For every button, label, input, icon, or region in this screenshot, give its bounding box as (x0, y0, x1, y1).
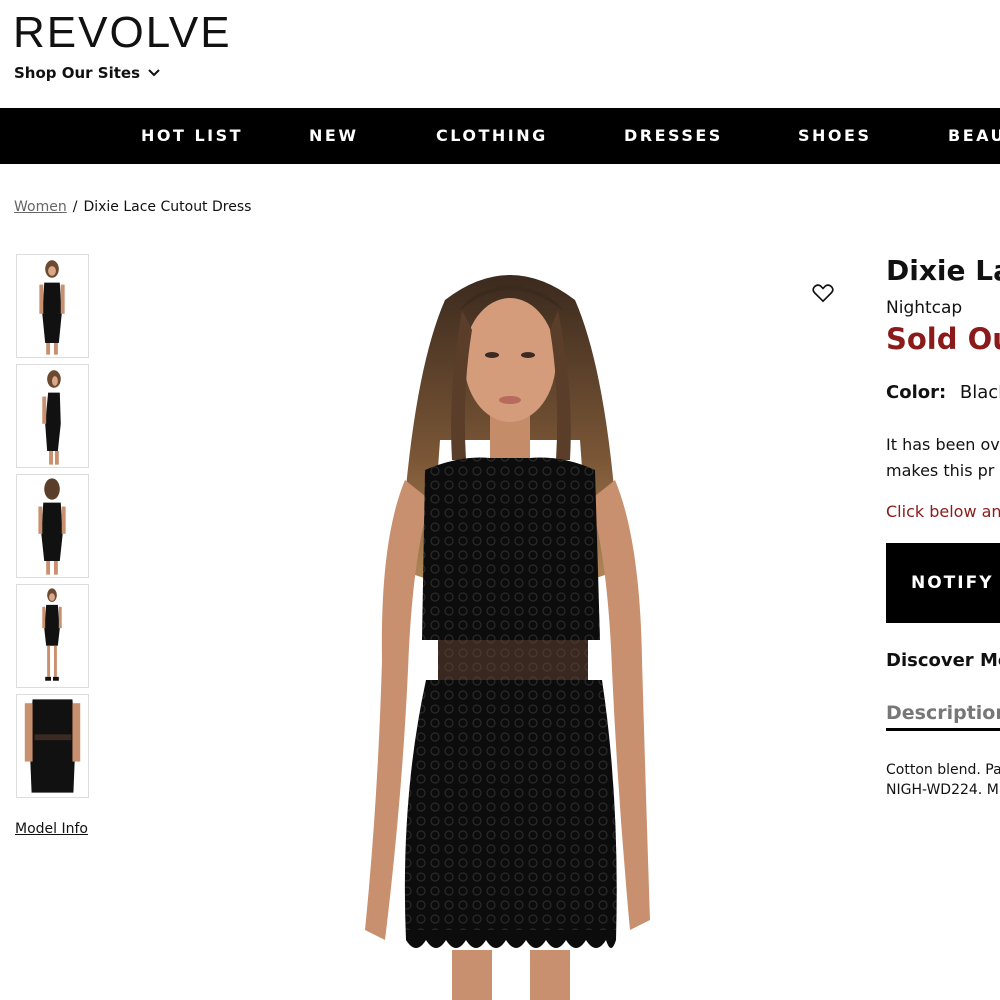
color-label: Color: (886, 382, 947, 403)
nav-new[interactable]: NEW (309, 108, 358, 164)
availability-message: It has been ov makes this pr (886, 432, 1000, 484)
discover-more-link[interactable]: Discover Mo (886, 650, 1000, 671)
color-row: Color: Black (886, 382, 1000, 403)
main-nav: HOT LIST NEW CLOTHING DRESSES SHOES BEAU (0, 108, 1000, 164)
breadcrumb-separator: / (72, 199, 78, 215)
color-value: Black (959, 382, 1000, 403)
product-title: Dixie La (886, 254, 1000, 287)
nav-shoes[interactable]: SHOES (798, 108, 871, 164)
description-tab-underline (886, 728, 1000, 731)
availability-message-line-1: It has been ov (886, 435, 1000, 454)
thumbnail-front[interactable] (16, 254, 89, 358)
nav-hot-list[interactable]: HOT LIST (141, 108, 243, 164)
model-info-link[interactable]: Model Info (15, 821, 88, 837)
thumbnail-side[interactable] (16, 364, 89, 468)
breadcrumb: Women / Dixie Lace Cutout Dress (14, 199, 251, 215)
nav-clothing[interactable]: CLOTHING (436, 108, 548, 164)
revolve-logo[interactable]: REVOLVE (13, 8, 232, 58)
nav-dresses[interactable]: DRESSES (624, 108, 723, 164)
brand-link[interactable]: Nightcap (886, 298, 962, 318)
description-line-2: NIGH-WD224. M (886, 782, 999, 798)
shop-our-sites-dropdown[interactable]: Shop Our Sites (14, 64, 160, 82)
description-text: Cotton blend. Pa NIGH-WD224. M (886, 760, 1000, 800)
notify-me-button[interactable]: NOTIFY (886, 543, 1000, 623)
breadcrumb-women-link[interactable]: Women (14, 199, 67, 215)
tab-description[interactable]: Description (886, 702, 1000, 724)
product-info-panel: Dixie La Nightcap Sold Out Color: Black … (886, 250, 1000, 810)
availability-message-line-2: makes this pr (886, 461, 995, 480)
description-line-1: Cotton blend. Pa (886, 762, 1000, 778)
thumbnail-full-length[interactable] (16, 584, 89, 688)
heart-icon[interactable] (812, 283, 834, 303)
nav-beauty[interactable]: BEAU (948, 108, 1000, 164)
thumbnail-back[interactable] (16, 474, 89, 578)
thumbnail-detail[interactable] (16, 694, 89, 798)
stock-status: Sold Out (886, 322, 1000, 356)
breadcrumb-current: Dixie Lace Cutout Dress (83, 199, 252, 215)
thumbnail-list (16, 254, 89, 804)
chevron-down-icon (148, 69, 160, 77)
click-below-text: Click below an (886, 502, 1000, 521)
main-product-image[interactable] (190, 240, 830, 1000)
shop-our-sites-label: Shop Our Sites (14, 64, 141, 82)
